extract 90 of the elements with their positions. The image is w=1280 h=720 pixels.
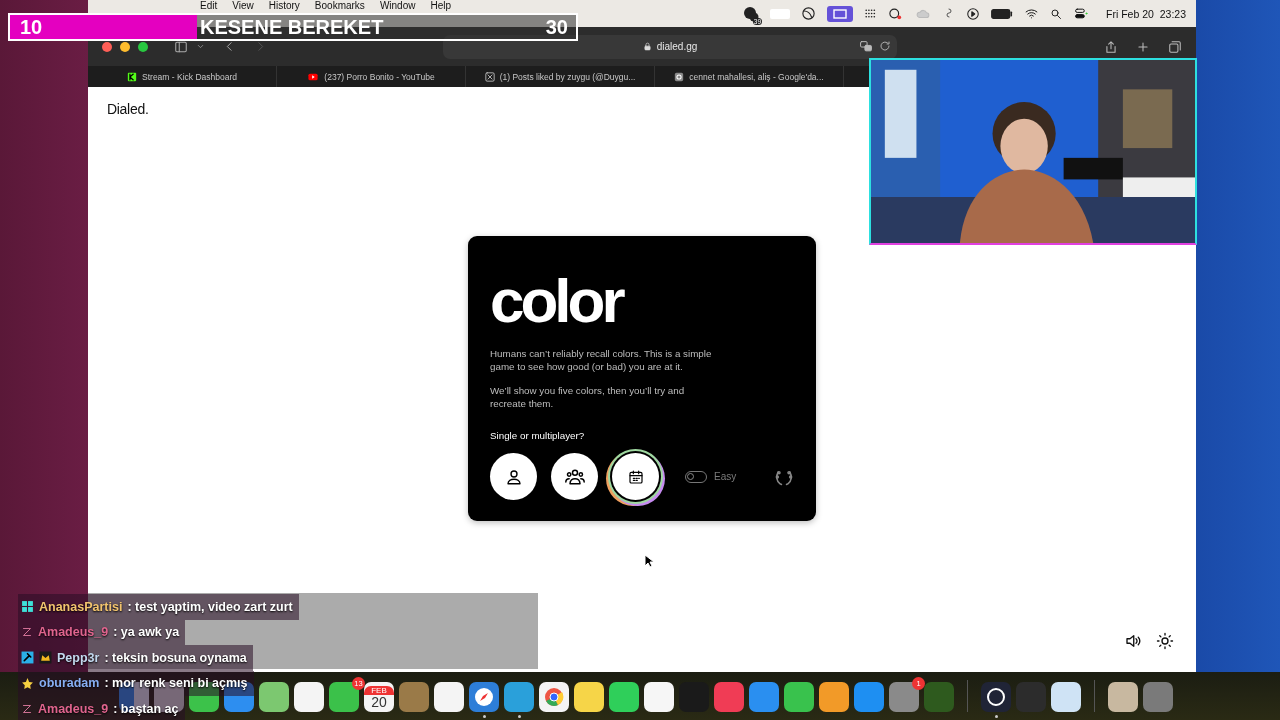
chat-username: AnanasPartisi (39, 599, 123, 614)
battery-icon[interactable] (991, 7, 1014, 20)
search-icon[interactable] (1050, 7, 1063, 20)
brightness-icon[interactable] (1156, 632, 1174, 650)
browser-tab[interactable]: (237) Porro Bonito - YouTube (277, 66, 466, 87)
tab-title: cennet mahallesi, aliş - Google'da... (689, 71, 824, 82)
app-icon[interactable] (644, 682, 674, 712)
play-icon[interactable] (966, 6, 981, 21)
app-icon[interactable] (574, 682, 604, 712)
easy-toggle[interactable]: Easy (685, 470, 737, 483)
star-icon (21, 676, 34, 690)
new-tab-icon[interactable] (1136, 39, 1150, 54)
tabs-overview-icon[interactable] (1168, 39, 1182, 54)
play-logo-icon (307, 71, 320, 82)
app-icon[interactable] (469, 682, 499, 712)
running-dot (517, 715, 521, 718)
badge-icon (21, 626, 33, 639)
browser-tab[interactable]: (1) Posts liked by zuygu (@Duygu... (466, 66, 655, 87)
calendar-day: 20 (371, 694, 387, 709)
chat-username: Pepp3r (57, 650, 100, 665)
description: We’ll show you five colors, then you’ll try and recreate them. (490, 385, 686, 410)
app-icon[interactable] (609, 682, 639, 712)
address-bar[interactable]: dialed.gg (443, 34, 897, 59)
close-button[interactable] (102, 41, 112, 52)
badge-icon (21, 702, 33, 715)
mode-button[interactable] (490, 453, 537, 500)
badge-icon (21, 600, 34, 614)
kick-logo-icon (127, 71, 137, 82)
app-icon[interactable] (259, 682, 289, 712)
person-icon (504, 467, 523, 486)
cursor-icon (644, 554, 654, 568)
app-icon[interactable]: FEB 20 (364, 682, 394, 712)
translate-icon[interactable] (859, 39, 873, 53)
app-icon[interactable] (539, 682, 569, 712)
running-dot (994, 715, 998, 718)
volume-icon[interactable] (1124, 632, 1142, 650)
site-logo: Dialed. (107, 101, 149, 117)
app-icon[interactable] (294, 682, 324, 712)
app-icon[interactable] (784, 682, 814, 712)
menu-item[interactable]: Help (430, 1, 452, 11)
mode-button[interactable] (551, 453, 598, 500)
app-icon[interactable] (1108, 682, 1138, 712)
wifi-icon[interactable] (1024, 7, 1040, 20)
menu-item[interactable]: View (232, 1, 254, 11)
hammer-icon (21, 651, 34, 665)
ring-icon (986, 687, 1006, 707)
clock: Fri Feb 20 23:23 (1106, 7, 1186, 20)
app-icon[interactable] (434, 682, 464, 712)
menu-item[interactable]: Window (379, 1, 416, 11)
menu-item[interactable]: History (268, 1, 300, 11)
question: Single or multiplayer? (490, 430, 586, 441)
calendar-icon (627, 468, 644, 485)
search-engine-icon (674, 71, 685, 82)
chat-username: oburadam (39, 676, 100, 691)
app-icon[interactable] (1051, 682, 1081, 712)
calendar-month: FEB (364, 685, 394, 695)
chevron-down-icon[interactable] (196, 42, 205, 51)
app-icon[interactable] (981, 682, 1011, 712)
tab-title: Stream - Kick Dashboard (142, 71, 237, 82)
app-icon[interactable] (819, 682, 849, 712)
tab-title: (237) Porro Bonito - YouTube (324, 71, 435, 82)
running-dot (482, 715, 486, 718)
chat-message: : teksin bosuna oynama (104, 650, 247, 665)
chat-username: Amadeus_9 (38, 701, 109, 716)
sidebar-icon[interactable] (174, 39, 188, 54)
lock-icon (642, 42, 652, 51)
menu-item[interactable]: Bookmarks (314, 1, 365, 11)
chat-message: : mor renk seni bi açmış (104, 676, 248, 691)
menu-item[interactable]: Edit (200, 1, 218, 11)
minimize-button[interactable] (120, 41, 130, 52)
share-icon[interactable] (1104, 39, 1118, 54)
game-title: color (490, 270, 624, 332)
screen-share-icon[interactable] (827, 5, 854, 22)
control-center-icon[interactable] (1073, 7, 1090, 20)
chat-username: Amadeus_9 (38, 625, 109, 640)
browser-tab[interactable]: cennet mahallesi, aliş - Google'da... (655, 66, 844, 87)
browser-tab[interactable]: Stream - Kick Dashboard (88, 66, 277, 87)
compass-icon (473, 686, 495, 708)
x-logo-icon (484, 71, 495, 82)
grid-icon[interactable] (864, 7, 878, 20)
crown-icon (39, 651, 52, 665)
reload-icon[interactable] (879, 39, 891, 52)
chat-message: : test yaptim, video zart zurt (127, 599, 293, 614)
goal-title: KESENE BEREKET (200, 15, 384, 39)
wheel-icon (544, 687, 564, 707)
description: Humans can’t reliably recall colors. This is a simple game to see how good (or bad) you are at it. (490, 348, 713, 373)
chat-message: : ya awk ya (113, 625, 180, 640)
goal-count: 10 (20, 15, 44, 39)
maximize-button[interactable] (138, 41, 148, 52)
tab-title: (1) Posts liked by zuygu (@Duygu... (499, 71, 636, 82)
